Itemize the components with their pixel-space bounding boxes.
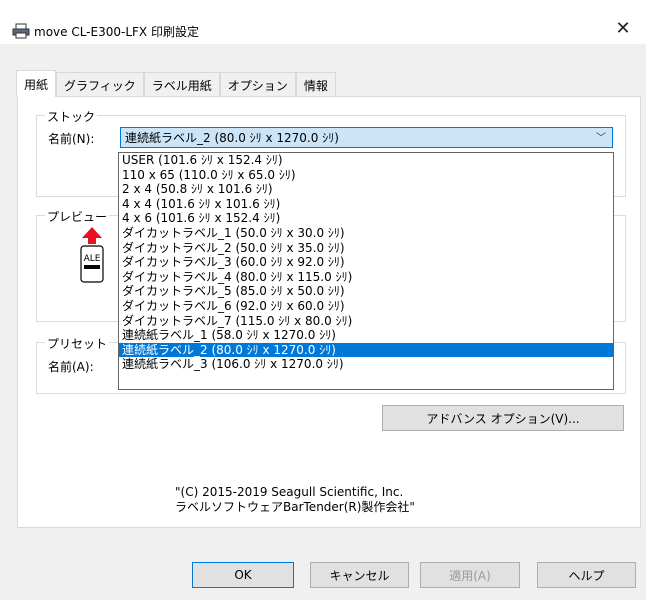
tab-label: オプション: [227, 78, 288, 93]
advanced-options-button[interactable]: アドバンス オプション(V)...: [382, 405, 624, 431]
preview-group-label: プレビュー: [45, 208, 110, 225]
stock-group-label: ストック: [45, 108, 98, 125]
stock-selected-value: 連続紙ラベル_2 (80.0 ｼﾘ x 1270.0 ｼﾘ): [125, 131, 339, 145]
tab-paper[interactable]: 用紙: [16, 70, 57, 97]
window-title: move CL-E300-LFX 印刷設定: [34, 25, 199, 39]
dropdown-option[interactable]: ダイカットラベル_5 (85.0 ｼﾘ x 50.0 ｼﾘ): [119, 284, 613, 299]
dropdown-option[interactable]: ダイカットラベル_2 (50.0 ｼﾘ x 35.0 ｼﾘ): [119, 241, 613, 256]
preview-label-text: ALE: [84, 254, 101, 264]
tab-strip: 用紙 グラフィック ラベル用紙 オプション 情報: [16, 70, 336, 97]
tab-options[interactable]: オプション: [219, 72, 296, 97]
copyright-text: "(C) 2015-2019 Seagull Scientific, Inc. …: [175, 485, 415, 515]
advanced-options-label: アドバンス オプション(V)...: [426, 411, 580, 426]
dropdown-option[interactable]: USER (101.6 ｼﾘ x 152.4 ｼﾘ): [119, 153, 613, 168]
dropdown-option[interactable]: ダイカットラベル_1 (50.0 ｼﾘ x 30.0 ｼﾘ): [119, 226, 613, 241]
tab-label: グラフィック: [64, 78, 136, 93]
stock-dropdown-list[interactable]: USER (101.6 ｼﾘ x 152.4 ｼﾘ) 110 x 65 (110.…: [118, 152, 614, 390]
help-label: ヘルプ: [568, 568, 605, 583]
tab-label: ラベル用紙: [151, 78, 212, 93]
chevron-down-icon[interactable]: ﹀: [596, 129, 606, 144]
cancel-button[interactable]: キャンセル: [310, 562, 409, 588]
tab-label: 情報: [303, 78, 328, 93]
preset-group-label: プリセット: [45, 335, 110, 352]
copyright-line-2: ラベルソフトウェアBarTender(R)製作会社": [175, 500, 415, 514]
dropdown-option[interactable]: 110 x 65 (110.0 ｼﾘ x 65.0 ｼﾘ): [119, 168, 613, 183]
apply-label: 適用(A): [449, 568, 491, 583]
dropdown-option[interactable]: ダイカットラベル_6 (92.0 ｼﾘ x 60.0 ｼﾘ): [119, 299, 613, 314]
dropdown-option[interactable]: 4 x 4 (101.6 ｼﾘ x 101.6 ｼﾘ): [119, 197, 613, 212]
label-preview-icon: ALE: [80, 227, 104, 283]
stock-name-label: 名前(N):: [48, 132, 95, 146]
apply-button[interactable]: 適用(A): [420, 562, 520, 588]
stock-name-select[interactable]: 連続紙ラベル_2 (80.0 ｼﾘ x 1270.0 ｼﾘ) ﹀: [120, 127, 613, 148]
printer-icon: [12, 23, 30, 39]
tab-graphics[interactable]: グラフィック: [56, 72, 144, 97]
dropdown-option[interactable]: 4 x 6 (101.6 ｼﾘ x 152.4 ｼﾘ): [119, 211, 613, 226]
copyright-line-1: "(C) 2015-2019 Seagull Scientific, Inc.: [175, 485, 404, 499]
dropdown-option[interactable]: 連続紙ラベル_3 (106.0 ｼﾘ x 1270.0 ｼﾘ): [119, 357, 613, 372]
close-button[interactable]: ✕: [600, 12, 646, 44]
title-bar: move CL-E300-LFX 印刷設定 ✕: [0, 0, 646, 44]
ok-button[interactable]: OK: [192, 562, 294, 588]
dropdown-option[interactable]: 連続紙ラベル_2 (80.0 ｼﾘ x 1270.0 ｼﾘ): [119, 342, 613, 358]
dropdown-option[interactable]: ダイカットラベル_3 (60.0 ｼﾘ x 92.0 ｼﾘ): [119, 255, 613, 270]
dropdown-option[interactable]: 2 x 4 (50.8 ｼﾘ x 101.6 ｼﾘ): [119, 182, 613, 197]
dropdown-option[interactable]: 連続紙ラベル_1 (58.0 ｼﾘ x 1270.0 ｼﾘ): [119, 328, 613, 343]
tab-label-paper[interactable]: ラベル用紙: [143, 72, 220, 97]
ok-label: OK: [234, 568, 252, 582]
cancel-label: キャンセル: [329, 568, 390, 583]
tab-info[interactable]: 情報: [295, 72, 336, 97]
help-button[interactable]: ヘルプ: [537, 562, 636, 588]
dropdown-option[interactable]: ダイカットラベル_7 (115.0 ｼﾘ x 80.0 ｼﾘ): [119, 314, 613, 329]
preset-name-label: 名前(A):: [48, 360, 94, 374]
close-icon: ✕: [615, 17, 631, 39]
dropdown-option[interactable]: ダイカットラベル_4 (80.0 ｼﾘ x 115.0 ｼﾘ): [119, 270, 613, 285]
tab-label: 用紙: [24, 77, 49, 92]
